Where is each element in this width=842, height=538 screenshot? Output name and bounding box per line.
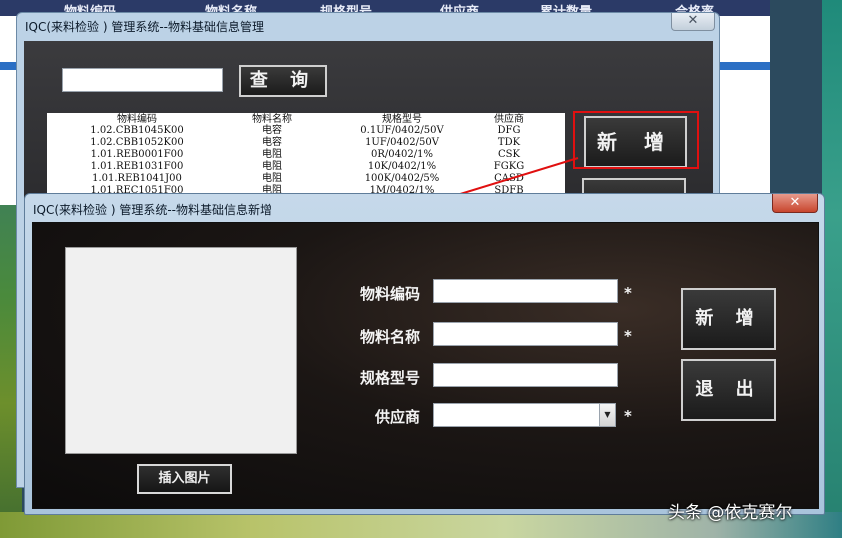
list-cell-supplier: DFG [497, 125, 521, 136]
query-button[interactable]: 查 询 [239, 65, 327, 97]
list-cell-spec: 0R/0402/1% [371, 149, 433, 160]
list-cell-name: 电容 [262, 137, 282, 148]
close-icon: ✕ [789, 195, 801, 210]
chevron-down-icon[interactable]: ▼ [599, 404, 615, 426]
list-cell-name: 电容 [262, 125, 282, 136]
list-cell-name: 电阻 [262, 161, 282, 172]
list-item[interactable]: 1.02.CBB1052K00 电容 1UF/0402/50V TDK [47, 137, 565, 149]
main-window-title: IQC(来料检验 ) 管理系统--物料基础信息管理 [25, 20, 265, 34]
list-cell-code: 1.01.REB1041J00 [92, 173, 182, 184]
dialog-exit-button[interactable]: 退 出 [681, 359, 776, 421]
search-input[interactable] [62, 68, 223, 92]
material-name-input[interactable] [433, 322, 618, 346]
material-list[interactable]: 物料编码 物料名称 规格型号 供应商 1.02.CBB1045K00 电容 0.… [47, 113, 565, 198]
list-cell-supplier: CSK [498, 149, 520, 160]
list-item[interactable]: 1.01.REB1031F00 电阻 10K/0402/1% FGKG [47, 161, 565, 173]
required-mark: * [624, 284, 632, 302]
material-name-label: 物料名称 [359, 328, 420, 346]
spec-model-label: 规格型号 [359, 369, 420, 387]
supplier-label: 供应商 [374, 408, 420, 426]
list-cell-code: 1.02.CBB1045K00 [90, 125, 184, 136]
image-preview-area [65, 247, 297, 454]
list-cell-spec: 1UF/0402/50V [365, 137, 439, 148]
list-cell-spec: 10K/0402/1% [367, 161, 437, 172]
list-item[interactable]: 1.02.CBB1045K00 电容 0.1UF/0402/50V DFG [47, 125, 565, 137]
supplier-select[interactable]: ▼ [433, 403, 616, 427]
spec-model-input[interactable] [433, 363, 618, 387]
list-cell-supplier: CASD [494, 173, 524, 184]
list-item[interactable]: 1.01.REB1041J00 电阻 100K/0402/5% CASD [47, 173, 565, 185]
dialog-add-button[interactable]: 新 增 [681, 288, 776, 350]
list-item[interactable]: 1.01.REB0001F00 电阻 0R/0402/1% CSK [47, 149, 565, 161]
dialog-close-button[interactable]: ✕ [772, 194, 818, 213]
dialog-title: IQC(来料检验 ) 管理系统--物料基础信息新增 [33, 203, 273, 217]
list-cell-name: 电阻 [262, 173, 282, 184]
list-cell-code: 1.01.REB0001F00 [90, 149, 184, 160]
list-cell-supplier: TDK [497, 137, 521, 148]
desktop-background-right [822, 0, 842, 538]
main-window-close-button[interactable]: ✕ [671, 13, 715, 31]
material-code-input[interactable] [433, 279, 618, 303]
required-mark: * [624, 407, 632, 425]
watermark-text: 头条 @依克赛尔 [668, 503, 793, 523]
list-cell-code: 1.02.CBB1052K00 [90, 137, 184, 148]
insert-image-button[interactable]: 插入图片 [137, 464, 232, 494]
list-cell-spec: 0.1UF/0402/50V [360, 125, 444, 136]
list-cell-code: 1.01.REB1031F00 [90, 161, 184, 172]
list-cell-supplier: FGKG [493, 161, 525, 172]
highlight-annotation-box [573, 111, 699, 169]
spreadsheet-selection-band [712, 62, 770, 70]
required-mark: * [624, 327, 632, 345]
material-code-label: 物料编码 [359, 285, 420, 303]
list-cell-spec: 100K/0402/5% [364, 173, 440, 184]
list-cell-name: 电阻 [262, 149, 282, 160]
close-icon: ✕ [687, 13, 699, 28]
